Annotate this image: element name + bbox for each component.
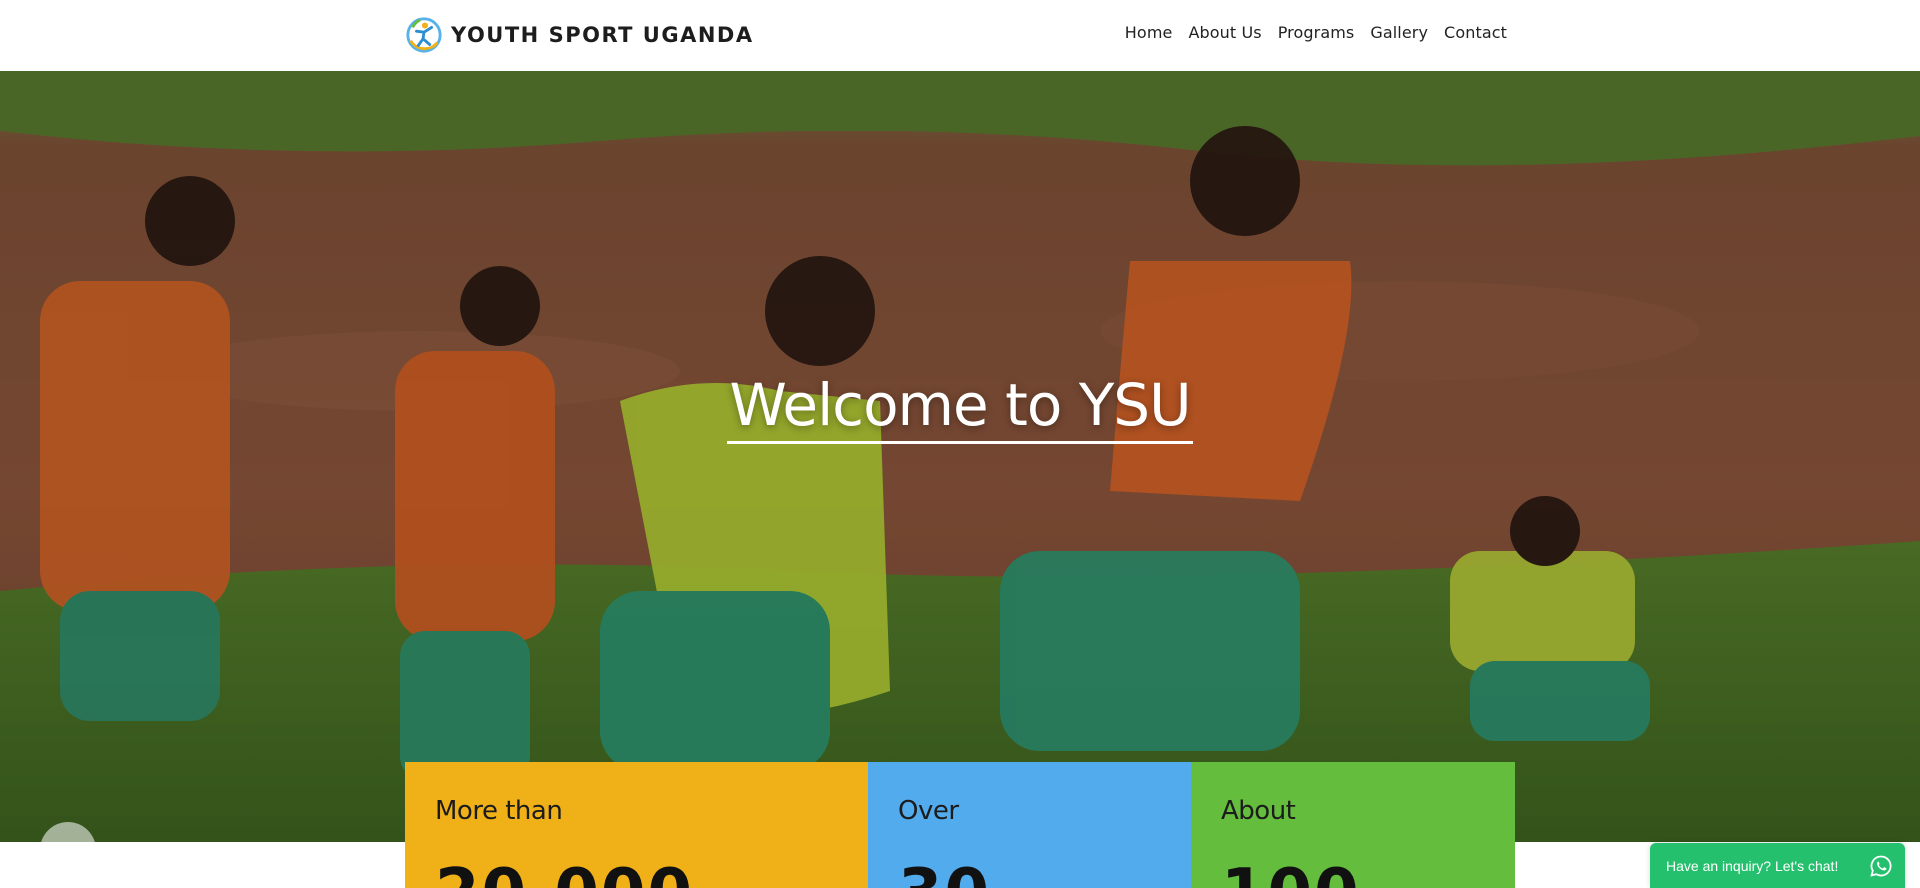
hero-title: Welcome to YSU	[0, 371, 1920, 444]
chat-label: Have an inquiry? Let's chat!	[1666, 857, 1839, 874]
hero-banner: Welcome to YSU	[0, 71, 1920, 842]
stat-card-over: Over 30	[868, 762, 1191, 888]
chat-widget-button[interactable]: Have an inquiry? Let's chat!	[1650, 843, 1905, 888]
stat-prefix: Over	[898, 796, 959, 826]
nav-about-us[interactable]: About Us	[1188, 23, 1261, 42]
hero-overlay	[0, 71, 1920, 842]
nav-home[interactable]: Home	[1125, 23, 1173, 42]
brand-name: YOUTH SPORT UGANDA	[451, 23, 754, 47]
stat-prefix: More than	[435, 796, 563, 826]
whatsapp-icon	[1870, 855, 1892, 877]
stat-value: 30	[898, 856, 1161, 888]
site-header: YOUTH SPORT UGANDA Home About Us Program…	[0, 0, 1920, 71]
stat-prefix: About	[1221, 796, 1296, 826]
stats-row: More than 20,000 Over 30 About 100	[405, 762, 1515, 888]
nav-programs[interactable]: Programs	[1278, 23, 1355, 42]
runner-logo-icon	[406, 17, 442, 53]
hero-title-text: Welcome to YSU	[727, 371, 1193, 444]
main-nav: Home About Us Programs Gallery Contact	[1125, 23, 1507, 42]
stat-value: 20,000	[435, 856, 838, 888]
stat-card-beneficiaries: More than 20,000	[405, 762, 868, 888]
brand-link[interactable]: YOUTH SPORT UGANDA	[405, 15, 754, 55]
stat-value: 100	[1221, 856, 1485, 888]
nav-contact[interactable]: Contact	[1444, 23, 1507, 42]
nav-gallery[interactable]: Gallery	[1370, 23, 1428, 42]
stat-card-about: About 100	[1191, 762, 1515, 888]
